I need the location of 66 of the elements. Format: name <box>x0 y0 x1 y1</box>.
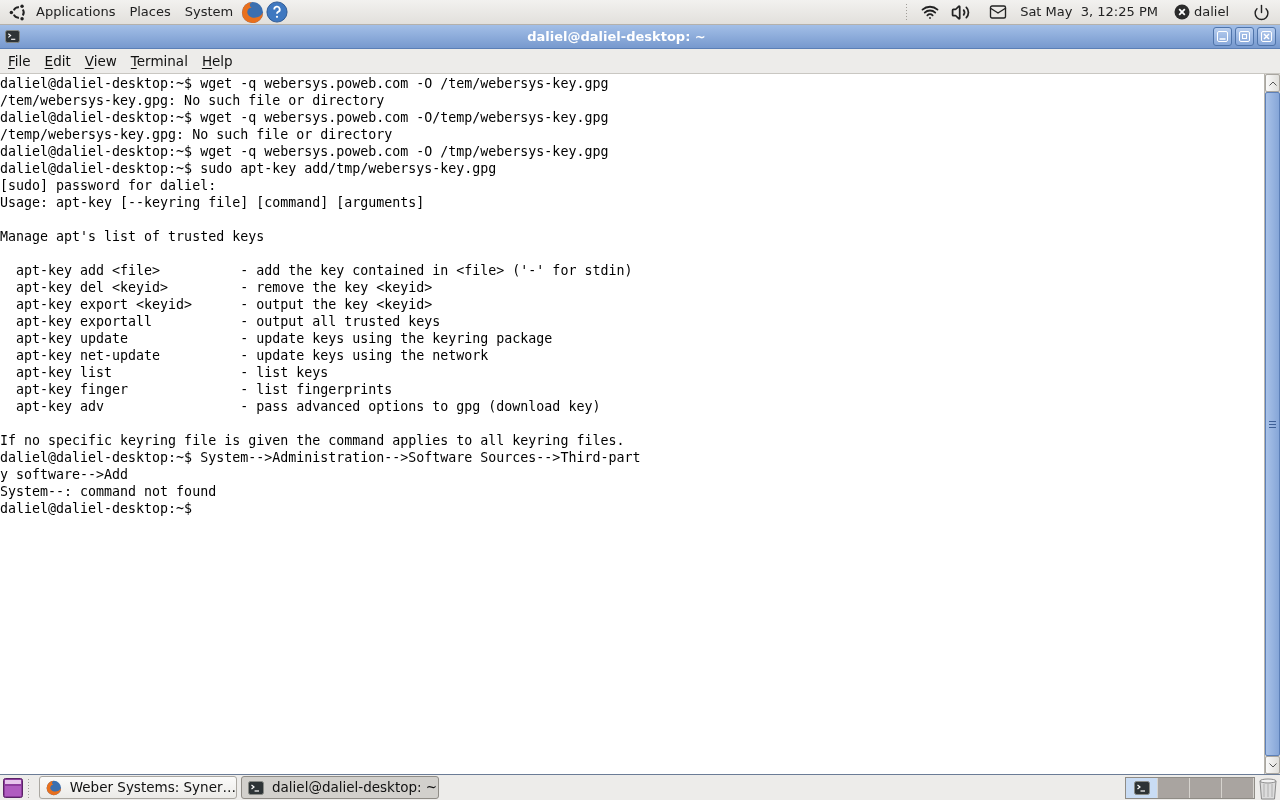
user-name[interactable]: daliel <box>1193 2 1229 22</box>
terminal-line: apt-key update - update keys using the keyring package <box>15 331 553 346</box>
chevron-up-icon <box>1268 80 1277 86</box>
menu-item[interactable]: Edit <box>44 50 71 72</box>
show-desktop-icon[interactable] <box>3 777 23 798</box>
panel-menu[interactable]: System <box>184 0 234 24</box>
terminal-line: daliel@daliel-desktop:~$ System-->Administration-->Software Sources-->Third-part <box>0 450 641 465</box>
scroll-up-button[interactable] <box>1265 74 1280 92</box>
terminal-line: Usage: apt-key [--keyring file] [command] [arguments] <box>0 195 425 210</box>
terminal-line: apt-key export <keyid> - output the key <keyid> <box>15 297 433 312</box>
terminal-line: daliel@daliel-desktop:~$ sudo apt-key add/tmp/webersys-key.gpg <box>0 161 497 176</box>
globe-fox-icon[interactable] <box>241 0 265 24</box>
workspace-tile[interactable] <box>1190 777 1222 798</box>
terminal-line: daliel@daliel-desktop:~$ wget -q webersys.poweb.com -O /tmp/webersys-key.gpg <box>0 144 609 159</box>
terminal-line: y software-->Add <box>0 467 129 482</box>
trash-icon[interactable] <box>1258 775 1278 800</box>
terminal-line: daliel@daliel-desktop:~$ wget -q webersys.poweb.com -O/temp/webersys-key.gpg <box>0 110 609 125</box>
terminal-line: Manage apt's list of trusted keys <box>0 229 265 244</box>
maximize-icon <box>1239 31 1250 42</box>
chevron-down-icon <box>1268 762 1277 768</box>
panel-handle[interactable] <box>27 777 31 798</box>
workspace-tile[interactable] <box>1222 777 1254 798</box>
menu-item[interactable]: Terminal <box>130 50 188 72</box>
terminal-icon <box>5 30 20 43</box>
terminal-window-icon <box>1133 780 1150 795</box>
terminal-line: daliel@daliel-desktop:~$ wget -q webersys.poweb.com -O /tem/webersys-key.gpg <box>0 76 609 91</box>
power-icon[interactable] <box>1253 3 1270 21</box>
terminal-line: apt-key add <file> - add the key contained in <file> ('-' for stdin) <box>15 263 633 278</box>
ubuntu-logo-icon[interactable] <box>9 2 28 22</box>
help-icon[interactable] <box>266 1 289 23</box>
terminal-line: apt-key exportall - output all trusted keys <box>15 314 441 329</box>
terminal-line: apt-key adv - pass advanced options to gpg (download key) <box>15 399 601 414</box>
mail-icon[interactable] <box>988 3 1009 21</box>
task-button[interactable]: daliel@daliel-desktop: ~ <box>241 776 439 799</box>
workspace-tile[interactable] <box>1126 777 1158 798</box>
workspace-tile[interactable] <box>1158 777 1190 798</box>
globe-fox-icon <box>46 778 62 797</box>
terminal-line: System--: command not found <box>0 484 217 499</box>
terminal-line: apt-key list - list keys <box>15 365 329 380</box>
close-icon <box>1261 31 1272 42</box>
window-title: daliel@daliel-desktop: ~ <box>527 27 706 46</box>
terminal-line: daliel@daliel-desktop:~$ <box>0 501 193 516</box>
menu-item[interactable]: View <box>84 50 117 72</box>
grip-icon <box>1269 420 1276 428</box>
clock[interactable]: Sat May 3, 12:25 PM <box>1020 2 1158 22</box>
scroll-down-button[interactable] <box>1265 756 1280 774</box>
terminal-line: apt-key finger - list fingerprints <box>15 382 393 397</box>
volume-icon[interactable] <box>951 2 971 22</box>
terminal-line: If no specific keyring file is given the command applies to all keyring files. <box>0 433 625 448</box>
wifi-icon[interactable] <box>921 3 940 21</box>
menu-item[interactable]: File <box>8 50 31 72</box>
menu-item[interactable]: Help <box>201 50 233 72</box>
terminal-line: apt-key del <keyid> - remove the key <keyid> <box>15 280 433 295</box>
close-button[interactable] <box>1257 27 1276 46</box>
panel-menu[interactable]: Applications <box>36 0 116 24</box>
terminal-line: apt-key net-update - update keys using the network <box>15 348 489 363</box>
offline-status-icon[interactable] <box>1173 4 1190 20</box>
terminal-line: [sudo] password for daliel: <box>0 178 217 193</box>
panel-menu[interactable]: Places <box>129 0 171 24</box>
terminal-line: /tem/webersys-key.gpg: No such file or directory <box>0 93 385 108</box>
minimize-button[interactable] <box>1213 27 1232 46</box>
task-button[interactable]: Weber Systems: Syner… <box>39 776 237 799</box>
minimize-icon <box>1217 31 1228 42</box>
terminal-icon <box>248 780 264 795</box>
maximize-button[interactable] <box>1235 27 1254 46</box>
terminal-line: /temp/webersys-key.gpg: No such file or directory <box>0 127 393 142</box>
